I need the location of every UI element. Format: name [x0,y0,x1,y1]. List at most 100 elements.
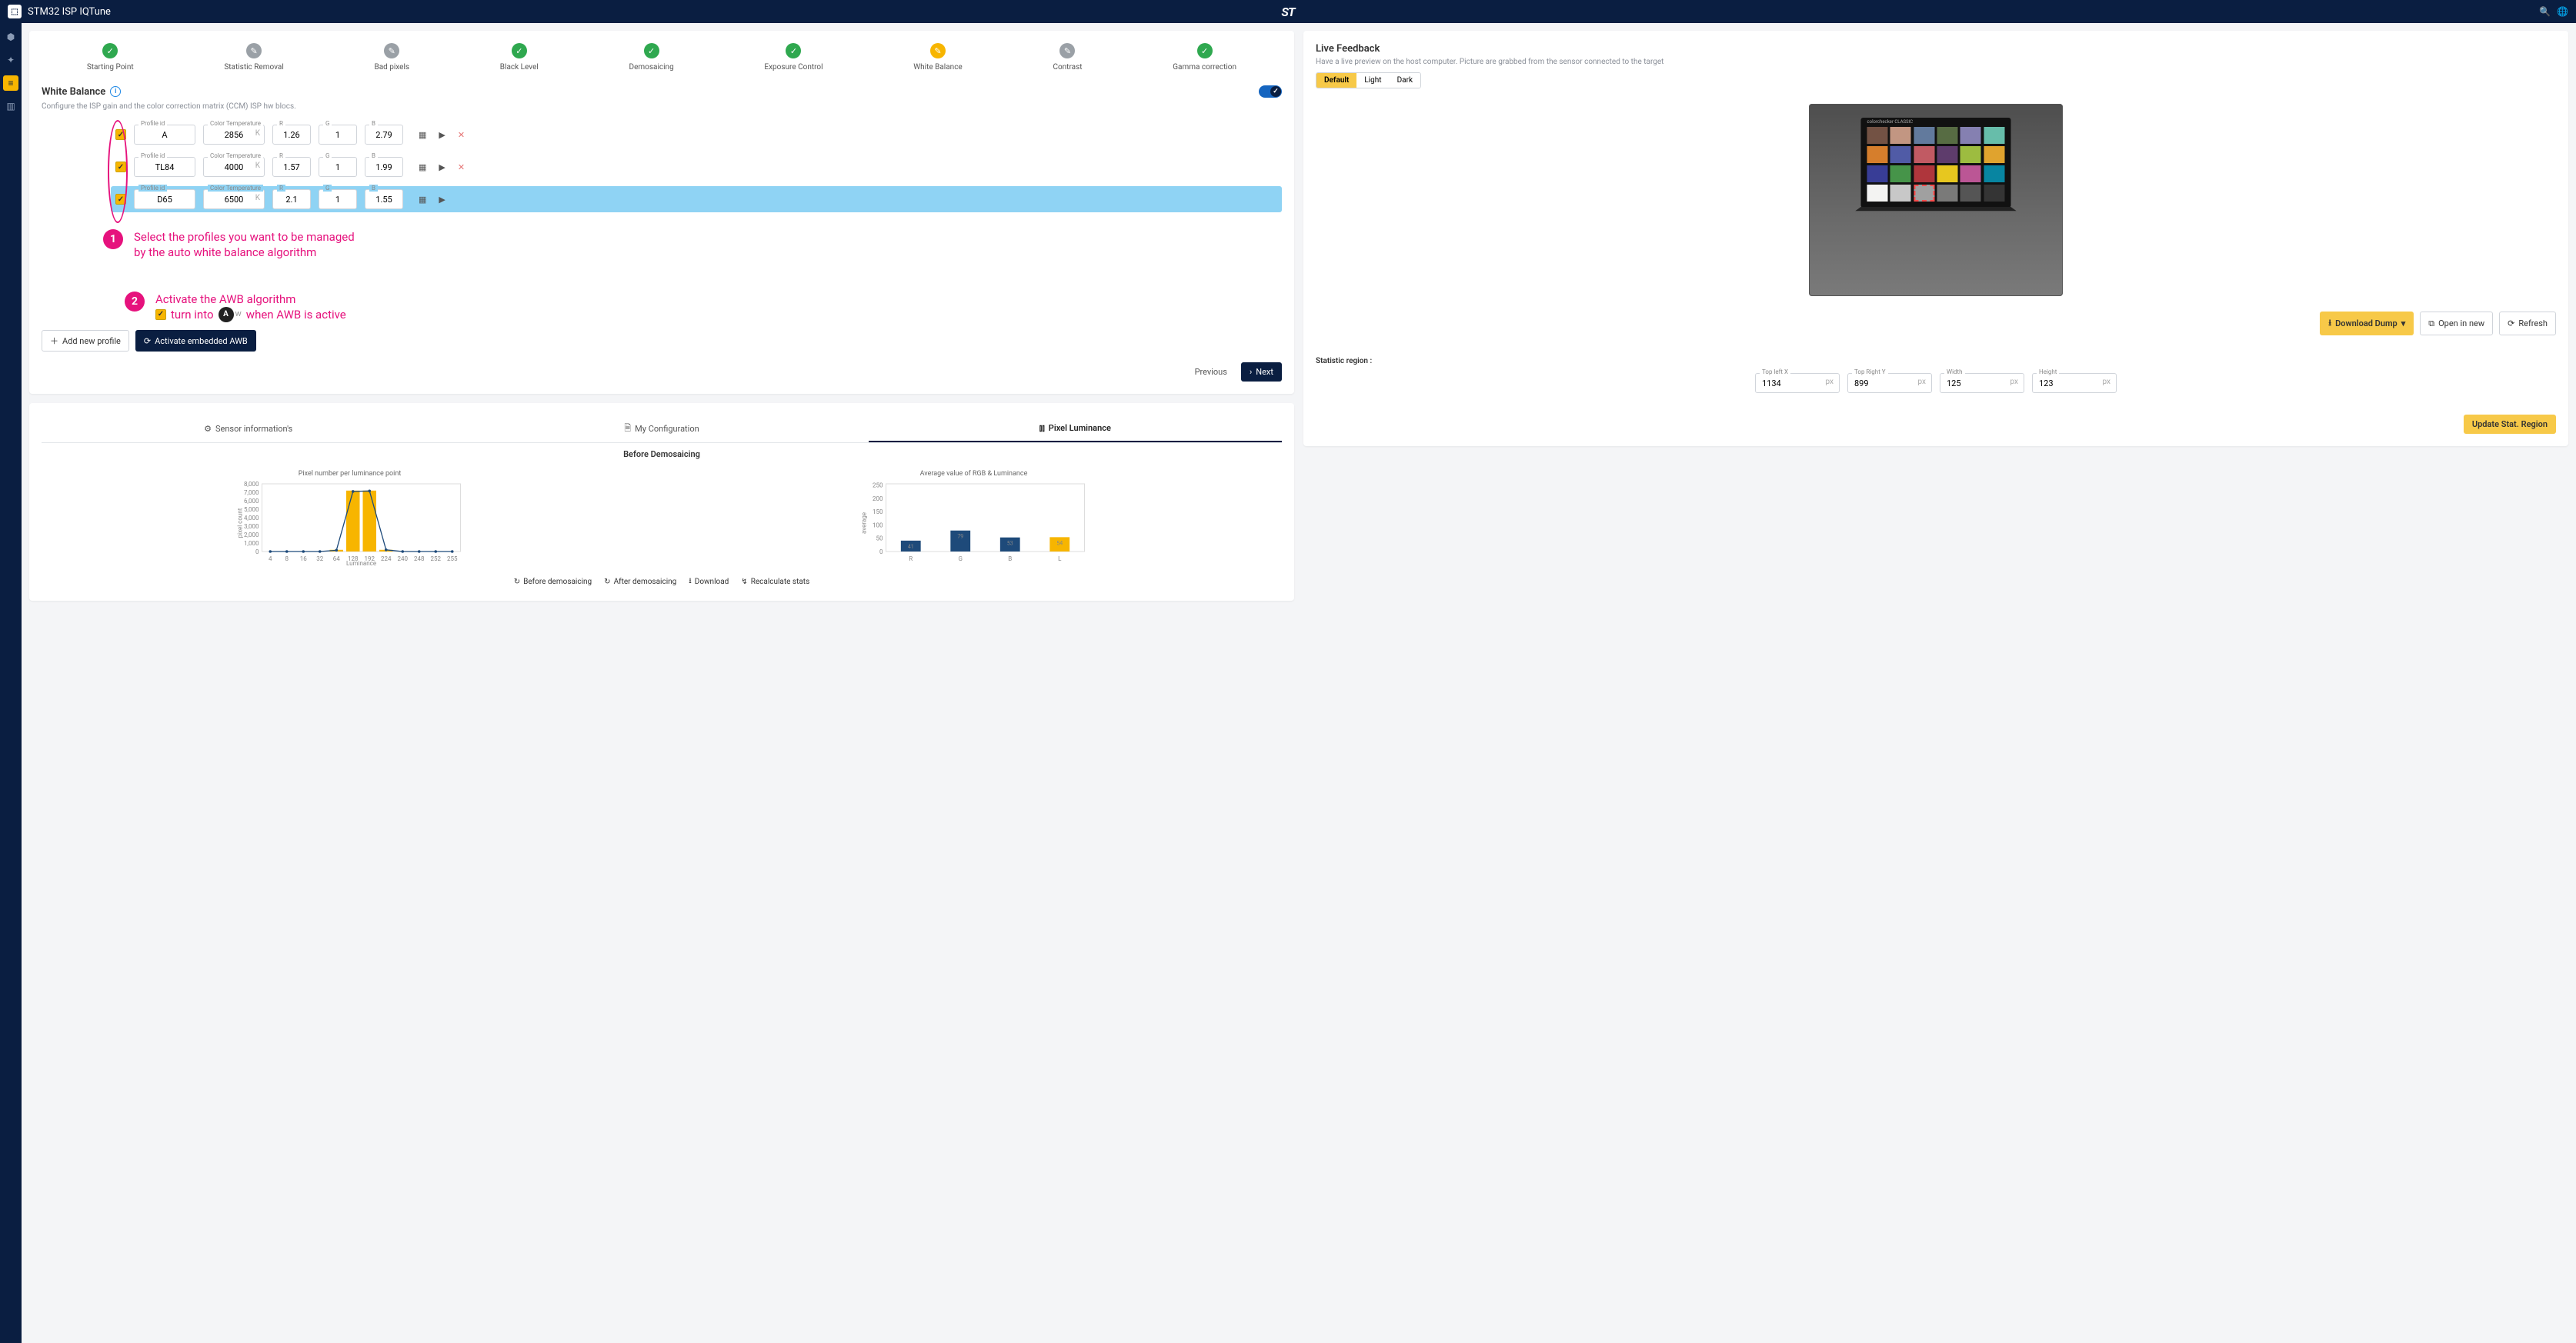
add-profile-button[interactable]: ＋ Add new profile [42,330,129,352]
profile-checkbox[interactable]: ✓ [115,194,126,205]
charts-main-title: Before Demosaicing [42,449,1282,459]
colorchecker-label: colorchecker CLASSIC [1867,119,1914,125]
annotation-text-2-line1: Activate the AWB algorithm [155,292,346,307]
profile-checkbox[interactable]: ✓ [115,129,126,140]
step-bad-pixels[interactable]: ✎Bad pixels [374,43,409,72]
after-demosaicing-button[interactable]: ↻ After demosaicing [604,575,676,588]
luminance-panel: ⚙ Sensor information's 🗎 My Configuratio… [29,403,1294,601]
svg-text:7,000: 7,000 [244,489,259,496]
activate-awb-label: Activate embedded AWB [155,336,248,346]
tab-pixel-luminance[interactable]: ⫾⫾ Pixel Luminance [869,415,1282,442]
svg-text:L: L [1058,555,1062,562]
colorchecker-patch [1984,127,2004,144]
delete-icon[interactable]: ✕ [458,130,465,140]
download-dump-button[interactable]: ⭳ Download Dump ▾ [2320,312,2414,335]
info-icon[interactable]: i [110,86,121,97]
svg-text:240: 240 [398,555,409,562]
step-white-balance[interactable]: ✎White Balance [913,43,962,72]
tab-sensor-info[interactable]: ⚙ Sensor information's [42,415,455,442]
gain-b-input[interactable] [365,125,403,145]
download-button[interactable]: ⭳ Download [689,575,729,588]
open-in-new-button[interactable]: ⧉ Open in new [2420,312,2493,335]
wb-enable-toggle[interactable] [1259,85,1282,98]
rail-cpu-icon[interactable]: ✦ [3,52,18,68]
svg-text:150: 150 [873,508,883,515]
grid-icon[interactable]: ▦ [419,195,426,205]
svg-text:pixel count: pixel count [237,508,244,538]
svg-text:1,000: 1,000 [244,540,259,547]
profile-row-a[interactable]: ✓ Profile id Color TemperatureK R G B ▦ … [111,122,1282,148]
svg-text:4: 4 [269,555,272,562]
rail-usb-icon[interactable]: ⬢ [3,29,18,45]
step-gamma-correction[interactable]: ✓Gamma correction [1173,43,1236,72]
play-icon[interactable]: ▶ [439,130,445,140]
profile-checkbox[interactable]: ✓ [115,162,126,172]
grid-icon[interactable]: ▦ [419,130,426,140]
update-stat-region-button[interactable]: Update Stat. Region [2464,415,2556,434]
gain-g-input[interactable] [319,189,357,209]
seg-default[interactable]: Default [1316,73,1356,88]
recalculate-button[interactable]: ↯ Recalculate stats [741,575,809,588]
step-demosaicing[interactable]: ✓Demosaicing [629,43,674,72]
profile-list: ✓ Profile id Color TemperatureK R G B ▦ … [42,122,1282,212]
stat-try-unit: px [1917,378,1926,386]
seg-light[interactable]: Light [1356,73,1389,88]
rail-tune-icon[interactable]: ≡ [3,75,18,91]
colorchecker-patch [1914,185,1934,202]
tab-my-config-label: My Configuration [635,424,699,434]
next-label: Next [1256,367,1273,377]
svg-text:6,000: 6,000 [244,498,259,505]
annotation-badge-2: 2 [125,292,145,312]
next-button[interactable]: › Next [1241,362,1282,382]
profile-id-input[interactable] [134,189,195,209]
download-label: Download [695,578,729,586]
step-exposure-control[interactable]: ✓Exposure Control [764,43,823,72]
profile-id-input[interactable] [134,157,195,177]
step-statistic-removal[interactable]: ✎Statistic Removal [224,43,283,72]
svg-text:4,000: 4,000 [244,515,259,522]
refresh-button[interactable]: ⟳ Refresh [2499,312,2556,335]
rail-doc-icon[interactable]: ▥ [3,98,18,114]
colorchecker-patch [1890,127,1911,144]
profile-row-d65[interactable]: ✓ Profile id Color TemperatureK R G B ▦ … [111,186,1282,212]
tab-my-config[interactable]: 🗎 My Configuration [455,415,868,442]
chart-left-title: Pixel number per luminance point [42,470,658,478]
seg-dark[interactable]: Dark [1390,73,1420,88]
grid-icon[interactable]: ▦ [419,162,426,172]
svg-text:0: 0 [255,548,259,555]
gain-g-input[interactable] [319,125,357,145]
play-icon[interactable]: ▶ [439,162,445,172]
svg-text:250: 250 [873,482,883,489]
previous-button[interactable]: Previous [1189,362,1233,382]
gain-b-input[interactable] [365,157,403,177]
step-starting-point[interactable]: ✓Starting Point [87,43,134,72]
gain-r-input[interactable] [272,125,311,145]
gain-r-input[interactable] [272,189,311,209]
profile-row-tl84[interactable]: ✓ Profile id Color TemperatureK R G B ▦ … [111,154,1282,180]
colorchecker-patch [1960,165,1981,182]
profile-id-input[interactable] [134,125,195,145]
stat-tlx-label: Top left X [1760,368,1790,375]
search-icon[interactable]: 🔍 [2539,6,2551,17]
gain-b-input[interactable] [365,189,403,209]
stat-h-unit: px [2102,378,2111,386]
gain-r-input[interactable] [272,157,311,177]
svg-text:average: average [861,512,868,534]
svg-text:54: 54 [1056,540,1063,546]
colorchecker-patch [1914,127,1934,144]
activate-awb-button[interactable]: ⟳ Activate embedded AWB [135,330,256,352]
gain-g-input[interactable] [319,157,357,177]
before-demosaicing-button[interactable]: ↻ Before demosaicing [514,575,592,588]
app-title: STM32 ISP IQTune [28,6,111,18]
colorchecker-patch [1867,127,1888,144]
open-in-new-label: Open in new [2438,318,2484,328]
svg-text:53: 53 [1007,541,1013,547]
step-black-level[interactable]: ✓Black Level [500,43,539,72]
stat-h-label: Height [2037,368,2059,375]
play-icon[interactable]: ▶ [439,195,445,205]
svg-text:0: 0 [879,548,883,555]
svg-text:32: 32 [316,555,323,562]
step-contrast[interactable]: ✎Contrast [1053,43,1082,72]
delete-icon[interactable]: ✕ [458,162,465,172]
globe-icon[interactable]: 🌐 [2557,6,2568,17]
